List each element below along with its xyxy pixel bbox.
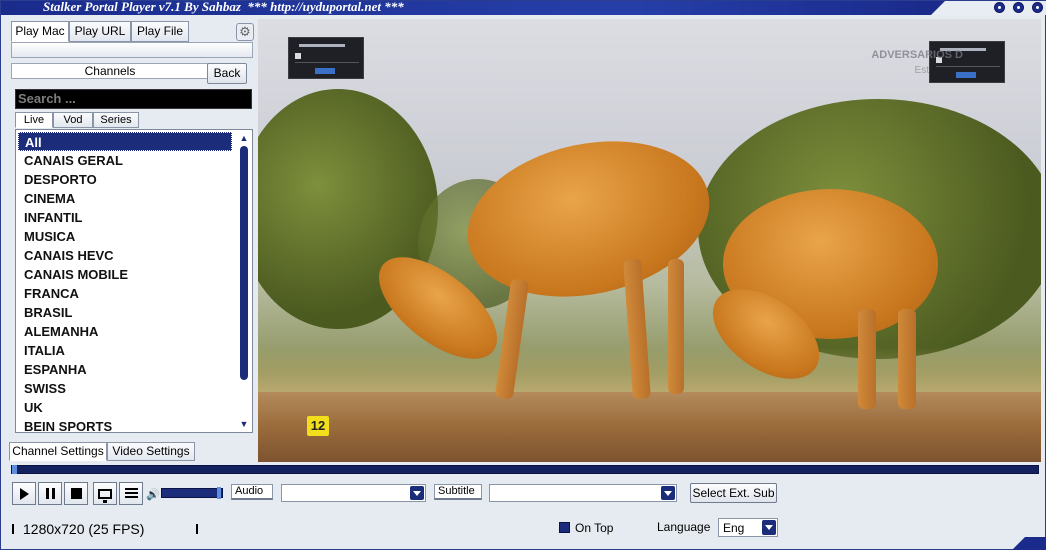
channel-watermark-sub: Est — [914, 65, 929, 76]
channel-watermark: ADVERSARIOS D — [871, 49, 963, 61]
category-item[interactable]: DESPORTO — [18, 170, 232, 189]
settings-gear-icon[interactable]: ⚙ — [236, 23, 254, 41]
back-button[interactable]: Back — [207, 63, 247, 84]
volume-slider[interactable] — [161, 487, 223, 499]
status-divider — [12, 524, 14, 534]
audio-label: Audio — [231, 484, 273, 500]
age-rating-badge: 12 — [307, 416, 329, 436]
category-item[interactable]: CANAIS HEVC — [18, 246, 232, 265]
tab-live[interactable]: Live — [15, 112, 53, 128]
deer-leg — [898, 309, 916, 409]
search-input[interactable]: Search ... — [15, 89, 252, 109]
subtitle-track-select[interactable] — [489, 484, 677, 502]
category-list[interactable]: All CANAIS GERAL DESPORTO CINEMA INFANTIL MUS… — [15, 129, 253, 433]
resolution-readout: 1280x720 (25 FPS) — [23, 521, 145, 537]
maximize-button[interactable] — [1013, 2, 1024, 13]
language-select[interactable]: Eng — [718, 518, 778, 537]
stop-button[interactable] — [64, 482, 88, 505]
category-item[interactable]: BEIN SPORTS — [18, 417, 232, 432]
seek-knob[interactable] — [12, 465, 17, 474]
tab-video-settings[interactable]: Video Settings — [107, 442, 195, 461]
chevron-down-icon[interactable] — [410, 486, 424, 500]
tab-play-mac[interactable]: Play Mac — [11, 21, 69, 42]
select-ext-sub-button[interactable]: Select Ext. Sub — [690, 483, 777, 503]
chevron-down-icon[interactable] — [661, 486, 675, 500]
title-bar[interactable]: Stalker Portal Player v7.1 By Sahbaz ***… — [1, 1, 1046, 15]
scroll-up-icon[interactable]: ▲ — [237, 132, 251, 144]
overlay-thumbnail — [288, 37, 364, 79]
subtitle-label: Subtitle — [434, 484, 482, 500]
channels-header: Channels — [11, 63, 209, 79]
category-item[interactable]: FRANCA — [18, 284, 232, 303]
video-player[interactable]: ADVERSARIOS D Est 12 — [258, 19, 1041, 462]
chevron-down-icon[interactable] — [762, 520, 776, 535]
category-item[interactable]: CANAIS MOBILE — [18, 265, 232, 284]
portal-url-field[interactable] — [11, 42, 253, 58]
category-item[interactable]: CANAIS GERAL — [18, 151, 232, 170]
overlay-thumbnail — [929, 41, 1005, 83]
fullscreen-button[interactable] — [93, 482, 117, 505]
close-button[interactable] — [1032, 2, 1043, 13]
monitor-icon — [98, 488, 112, 503]
audio-track-select[interactable] — [281, 484, 426, 502]
category-item[interactable]: SWISS — [18, 379, 232, 398]
minimize-button[interactable] — [994, 2, 1005, 13]
scroll-down-icon[interactable]: ▼ — [237, 418, 251, 430]
language-label: Language — [657, 520, 711, 534]
on-top-checkbox[interactable] — [559, 522, 570, 533]
tab-play-file[interactable]: Play File — [131, 21, 189, 42]
on-top-label: On Top — [575, 521, 614, 535]
seek-bar[interactable] — [11, 465, 1039, 474]
playlist-button[interactable] — [119, 482, 143, 505]
window-title: Stalker Portal Player v7.1 By Sahbaz ***… — [43, 1, 404, 14]
category-item[interactable]: CINEMA — [18, 189, 232, 208]
category-item[interactable]: BRASIL — [18, 303, 232, 322]
category-item[interactable]: All — [18, 132, 232, 151]
deer-leg — [858, 309, 876, 409]
tab-channel-settings[interactable]: Channel Settings — [9, 442, 107, 461]
app-window: Stalker Portal Player v7.1 By Sahbaz ***… — [0, 0, 1046, 550]
window-corner-decoration — [1011, 537, 1046, 550]
category-items: All CANAIS GERAL DESPORTO CINEMA INFANTIL MUS… — [18, 132, 232, 432]
video-ground — [258, 392, 1041, 462]
tab-play-url[interactable]: Play URL — [69, 21, 131, 42]
list-scrollbar[interactable]: ▲ ▼ — [237, 132, 251, 430]
pause-button[interactable] — [38, 482, 62, 505]
playlist-icon — [124, 487, 138, 500]
category-item[interactable]: INFANTIL — [18, 208, 232, 227]
category-item[interactable]: ALEMANHA — [18, 322, 232, 341]
speaker-icon[interactable]: 🔊 — [146, 488, 160, 501]
deer-leg — [668, 259, 684, 394]
category-item[interactable]: ITALIA — [18, 341, 232, 360]
stop-icon — [70, 488, 82, 499]
tab-series[interactable]: Series — [93, 112, 139, 128]
window-controls — [994, 2, 1043, 13]
category-item[interactable]: UK — [18, 398, 232, 417]
scroll-thumb[interactable] — [240, 146, 248, 380]
pause-icon — [45, 488, 55, 499]
status-divider — [196, 524, 198, 534]
volume-knob[interactable] — [217, 487, 221, 499]
category-item[interactable]: ESPANHA — [18, 360, 232, 379]
language-value: Eng — [723, 521, 745, 535]
left-panel: Play Mac Play URL Play File ⚙ Channels B… — [7, 19, 257, 461]
tab-vod[interactable]: Vod — [53, 112, 93, 128]
play-button[interactable] — [12, 482, 36, 505]
play-icon — [19, 487, 29, 500]
category-item[interactable]: MUSICA — [18, 227, 232, 246]
